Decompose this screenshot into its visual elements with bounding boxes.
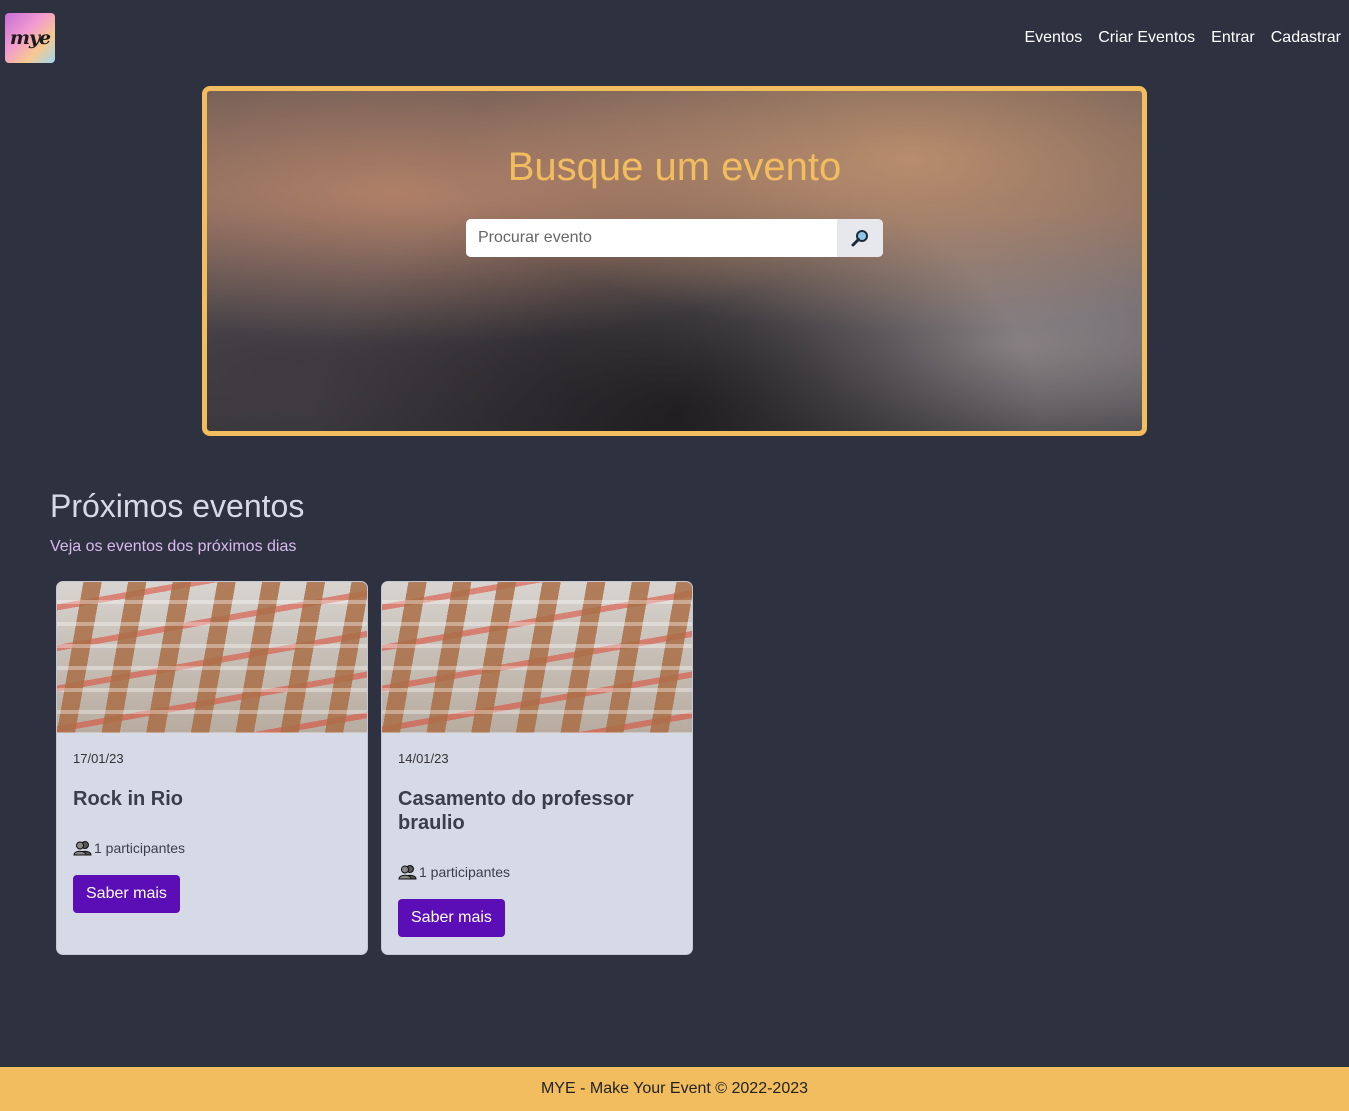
users-icon (398, 865, 417, 880)
saber-mais-button[interactable]: Saber mais (73, 875, 180, 913)
event-participants: 1 participantes (73, 839, 351, 857)
event-image (382, 582, 692, 733)
navbar: mye Eventos Criar Eventos Entrar Cadastr… (0, 0, 1349, 76)
footer: MYE - Make Your Event © 2022-2023 (0, 1067, 1349, 1111)
hero-banner: Busque um evento (202, 86, 1147, 436)
event-image (57, 582, 367, 733)
section-subtitle: Veja os eventos dos próximos dias (50, 538, 297, 555)
event-date: 17/01/23 (73, 751, 124, 766)
hero-title: Busque um evento (507, 145, 842, 189)
event-participants: 1 participantes (398, 863, 676, 881)
search-button[interactable] (837, 219, 883, 257)
event-title: Casamento do professor braulio (398, 788, 634, 834)
nav-link-criar-eventos[interactable]: Criar Eventos (1098, 28, 1195, 48)
participants-count: 1 participantes (94, 840, 186, 856)
nav-links: Eventos Criar Eventos Entrar Cadastrar (1024, 28, 1341, 48)
saber-mais-button[interactable]: Saber mais (398, 899, 505, 937)
nav-link-cadastrar[interactable]: Cadastrar (1271, 28, 1341, 48)
nav-link-eventos[interactable]: Eventos (1024, 28, 1082, 48)
search-box (466, 219, 883, 257)
logo-text: mye (9, 27, 51, 49)
magnifier-icon (851, 230, 868, 247)
card-body: 17/01/23 Rock in Rio 1 participantes Sab… (57, 733, 367, 913)
section-title: Próximos eventos (50, 488, 305, 524)
event-title: Rock in Rio (73, 788, 184, 810)
search-input[interactable] (466, 219, 837, 257)
users-icon (73, 841, 92, 856)
footer-text: MYE - Make Your Event © 2022-2023 (540, 1080, 809, 1097)
card-body: 14/01/23 Casamento do professor braulio … (382, 733, 692, 937)
event-card: 17/01/23 Rock in Rio 1 participantes Sab… (56, 581, 368, 955)
event-date: 14/01/23 (398, 751, 449, 766)
nav-link-entrar[interactable]: Entrar (1211, 28, 1255, 48)
participants-count: 1 participantes (419, 864, 511, 880)
logo[interactable]: mye (5, 13, 55, 63)
event-card: 14/01/23 Casamento do professor braulio … (381, 581, 693, 955)
